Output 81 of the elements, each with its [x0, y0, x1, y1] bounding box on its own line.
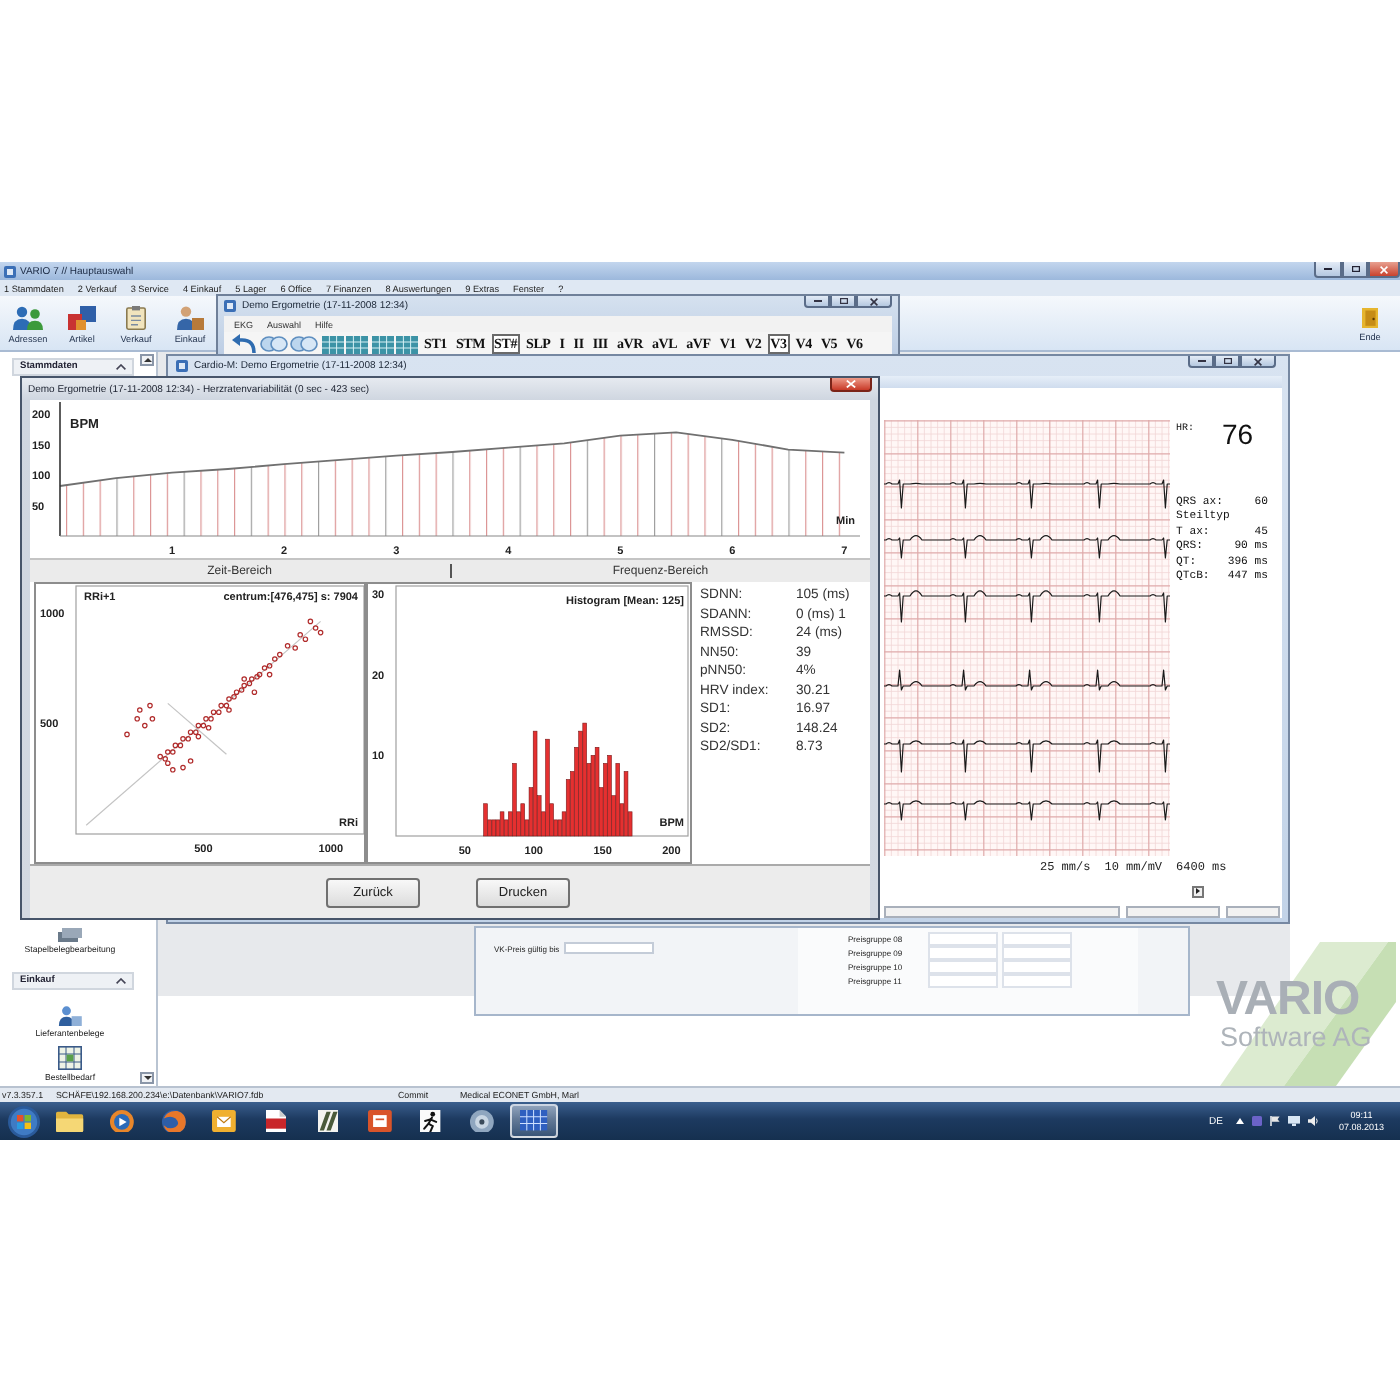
play-icon: [109, 1109, 134, 1133]
grid-icon[interactable]: [371, 335, 393, 353]
close-button[interactable]: [1368, 262, 1400, 278]
grid-icon: [520, 1110, 548, 1132]
scroll-down-button[interactable]: [140, 1072, 154, 1084]
close-icon: [1380, 265, 1388, 273]
logo-tagline: Software AG: [1220, 1024, 1372, 1050]
close-icon: [870, 297, 878, 305]
grid-icon[interactable]: [346, 335, 368, 353]
close-button[interactable]: [830, 378, 872, 392]
scatter-point: [124, 731, 130, 738]
price-field[interactable]: [1002, 960, 1072, 974]
price-field[interactable]: [928, 946, 998, 960]
status-panel: [1226, 906, 1280, 918]
monitor-icon[interactable]: [1288, 1116, 1301, 1126]
folder-icon: [56, 1109, 84, 1133]
running-person-icon: [420, 1109, 442, 1133]
chevron-up-icon[interactable]: [116, 977, 126, 984]
maximize-button[interactable]: [1342, 262, 1368, 278]
status-panel: [1126, 906, 1220, 918]
minimize-button[interactable]: [1188, 356, 1214, 368]
arrow-up-icon: [143, 358, 151, 362]
maximize-button[interactable]: [1214, 356, 1240, 368]
close-button[interactable]: [1240, 356, 1276, 368]
minimize-button[interactable]: [1314, 262, 1342, 278]
close-icon: [1254, 357, 1262, 365]
person-with-box-icon: [176, 306, 204, 330]
y-axis: [59, 401, 61, 537]
minimize-icon: [1197, 360, 1205, 362]
striped-document-icon: [317, 1109, 339, 1133]
close-button[interactable]: [856, 296, 892, 308]
price-field[interactable]: [928, 932, 998, 946]
close-icon: [846, 380, 856, 388]
price-field[interactable]: [928, 960, 998, 974]
door-icon: [1361, 307, 1379, 329]
price-field[interactable]: [928, 974, 998, 988]
window-icon: [176, 360, 188, 372]
price-field[interactable]: [1002, 974, 1072, 988]
heart-rate-value: 76: [1222, 422, 1254, 446]
scroll-up-button[interactable]: [140, 354, 154, 366]
arrow-right-icon: [1196, 888, 1200, 894]
rings-icon[interactable]: [259, 336, 287, 352]
document-icon: [266, 1109, 287, 1133]
date-field[interactable]: [563, 942, 654, 954]
start-button[interactable]: [6, 1104, 40, 1138]
scatter-point: [147, 702, 153, 709]
person-with-box-icon: [58, 1005, 82, 1026]
stack-icon: [58, 927, 82, 942]
grid-icon[interactable]: [396, 335, 418, 353]
arrow-down-icon: [143, 1076, 151, 1080]
scroll-right-button[interactable]: [1192, 885, 1204, 897]
rings-icon[interactable]: [290, 336, 318, 352]
globe-icon: [161, 1109, 186, 1133]
minimize-button[interactable]: [804, 296, 830, 308]
disc-icon: [470, 1109, 495, 1133]
maximize-icon: [1351, 266, 1359, 272]
minimize-icon: [1324, 268, 1332, 270]
window-icon: [224, 300, 236, 312]
clipboard-icon: [126, 306, 146, 330]
maximize-button[interactable]: [830, 296, 856, 308]
people-icon: [12, 306, 44, 330]
price-field[interactable]: [1002, 932, 1072, 946]
logo-wordmark: VARIO: [1216, 978, 1360, 1022]
price-field[interactable]: [1002, 946, 1072, 960]
presentation-icon: [367, 1109, 392, 1133]
envelope-icon: [212, 1109, 237, 1133]
table-icon: [58, 1046, 82, 1070]
start-icon: [7, 1105, 39, 1137]
speaker-icon[interactable]: [1308, 1116, 1319, 1126]
scatter-point: [137, 707, 143, 713]
caret-up-icon[interactable]: [1236, 1118, 1245, 1124]
chevron-up-icon[interactable]: [116, 364, 126, 370]
back-arrow-icon[interactable]: [232, 334, 256, 354]
maximize-icon: [1223, 358, 1231, 364]
flag-icon[interactable]: [1270, 1116, 1281, 1126]
boxes-icon: [68, 306, 96, 330]
grid-icon[interactable]: [321, 335, 343, 353]
minimize-icon: [813, 300, 821, 302]
maximize-icon: [839, 298, 847, 304]
cross-line: [167, 702, 227, 755]
square-icon[interactable]: [1252, 1116, 1263, 1126]
